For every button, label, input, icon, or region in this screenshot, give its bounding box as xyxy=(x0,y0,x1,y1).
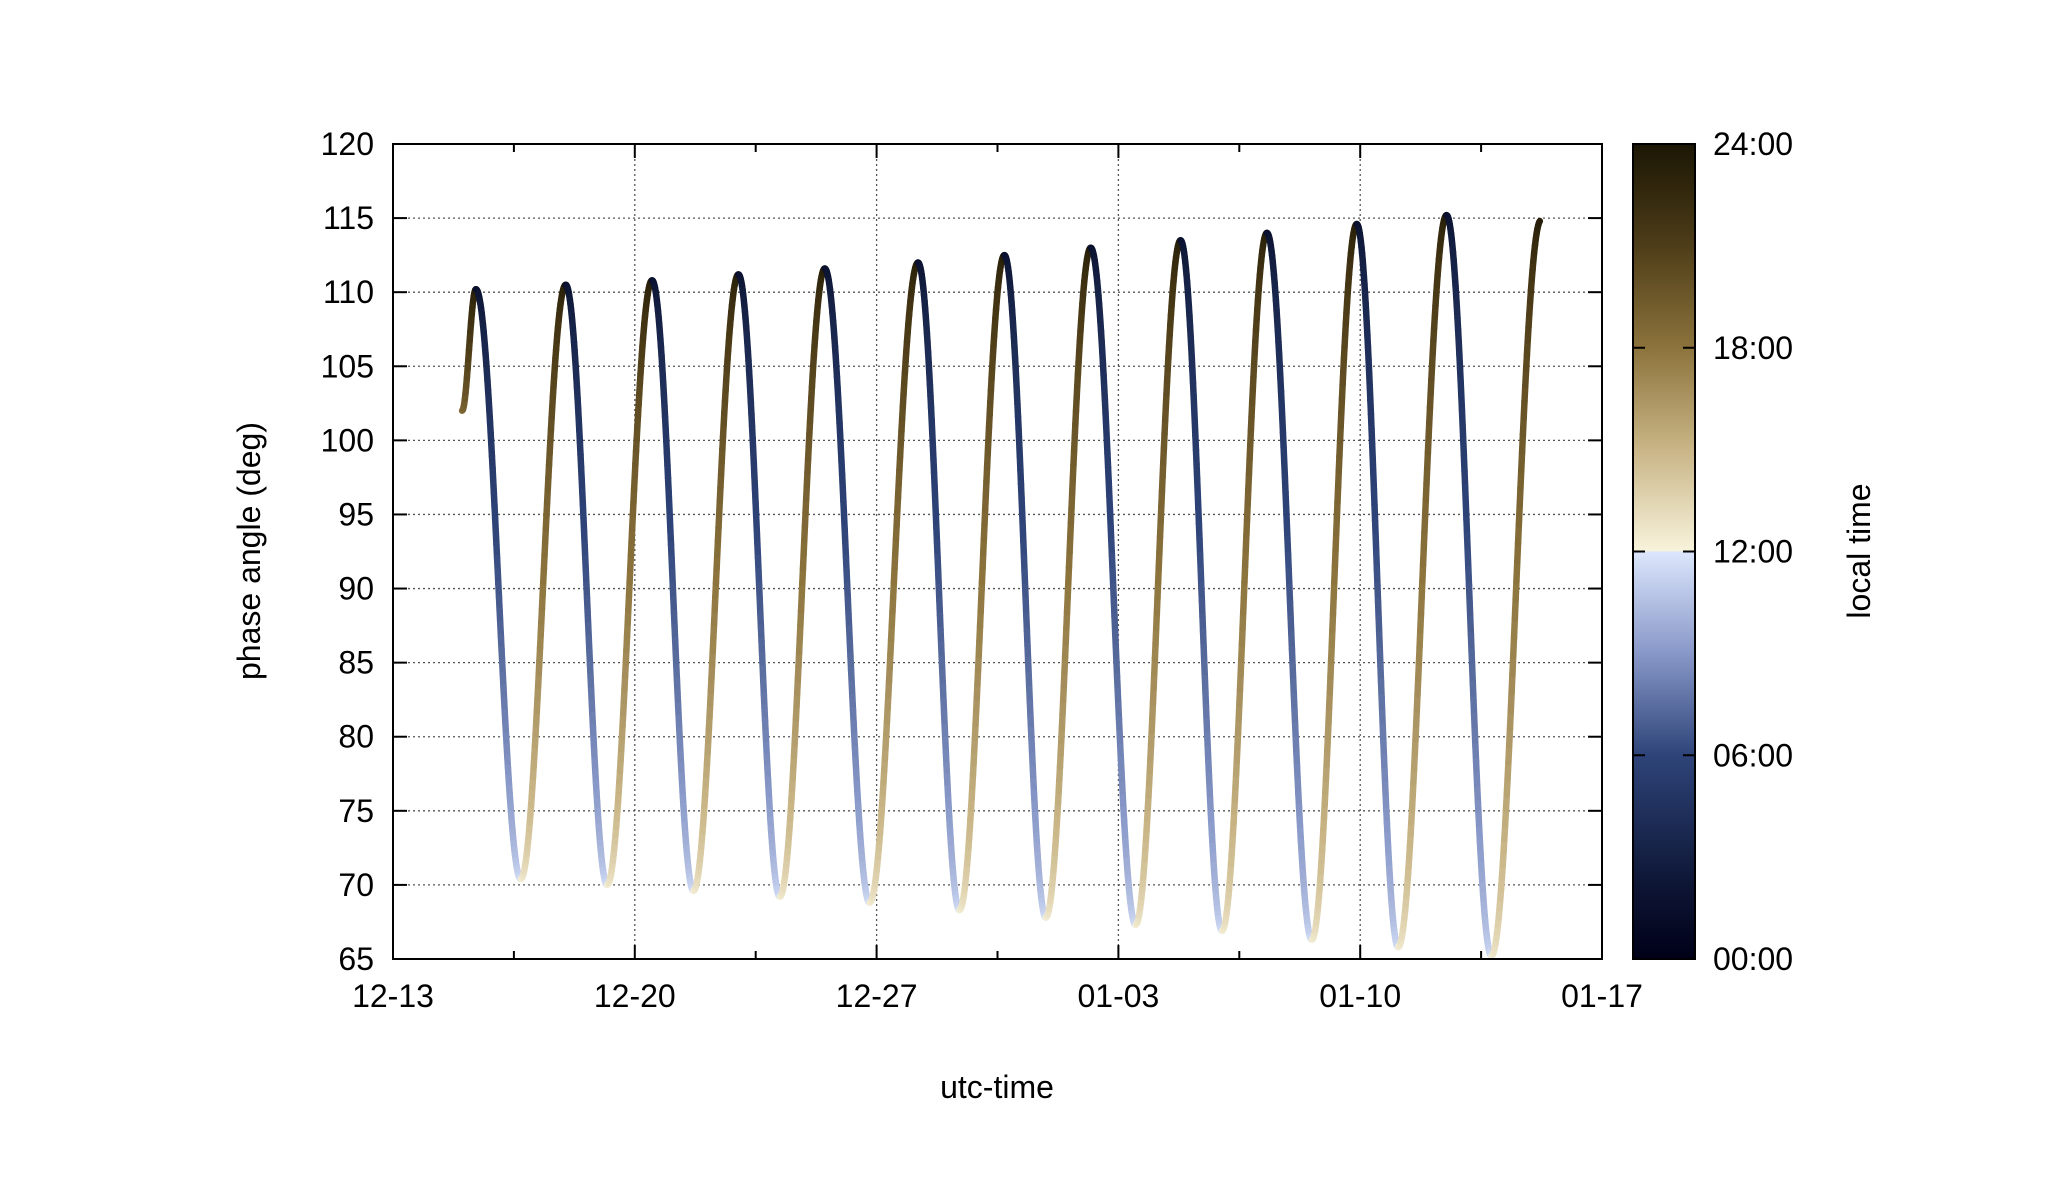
y-tick-label: 105 xyxy=(321,348,374,384)
y-tick-label: 115 xyxy=(323,200,374,236)
colorbar-tick-label: 00:00 xyxy=(1713,941,1793,977)
x-axis-title: utc-time xyxy=(940,1069,1054,1105)
x-tick-label: 12-13 xyxy=(352,978,434,1014)
data-curve xyxy=(458,211,1544,960)
y-axis-title: phase angle (deg) xyxy=(231,422,267,680)
colorbar-title: local time xyxy=(1841,483,1877,618)
colorbar-tick-label: 06:00 xyxy=(1713,737,1793,773)
y-tick-label: 110 xyxy=(323,274,374,310)
y-tick-label: 65 xyxy=(338,941,374,977)
colorbar-tick-label: 24:00 xyxy=(1713,126,1793,162)
curve-segment xyxy=(1535,217,1544,226)
colorbar-tick-label: 12:00 xyxy=(1713,534,1793,570)
y-tick-label: 90 xyxy=(338,571,374,607)
x-tick-label: 01-10 xyxy=(1319,978,1401,1014)
x-tick-label: 12-27 xyxy=(836,978,918,1014)
phase-angle-chart: 65 70 75 80 85 90 95 100 105 110 115 120 12-13 12-20 1… xyxy=(231,126,1877,1105)
y-tick-label: 95 xyxy=(338,496,374,532)
y-tick-label: 100 xyxy=(321,422,374,458)
colorbar-tick-label: 18:00 xyxy=(1713,330,1793,366)
y-tick-label: 75 xyxy=(338,793,374,829)
y-tick-label: 80 xyxy=(338,719,374,755)
y-tick-label: 85 xyxy=(338,645,374,681)
x-tick-label: 01-03 xyxy=(1077,978,1159,1014)
y-tick-label: 120 xyxy=(321,126,374,162)
y-tick-label: 70 xyxy=(338,867,374,903)
x-tick-label: 01-17 xyxy=(1561,978,1643,1014)
x-tick-label: 12-20 xyxy=(594,978,676,1014)
